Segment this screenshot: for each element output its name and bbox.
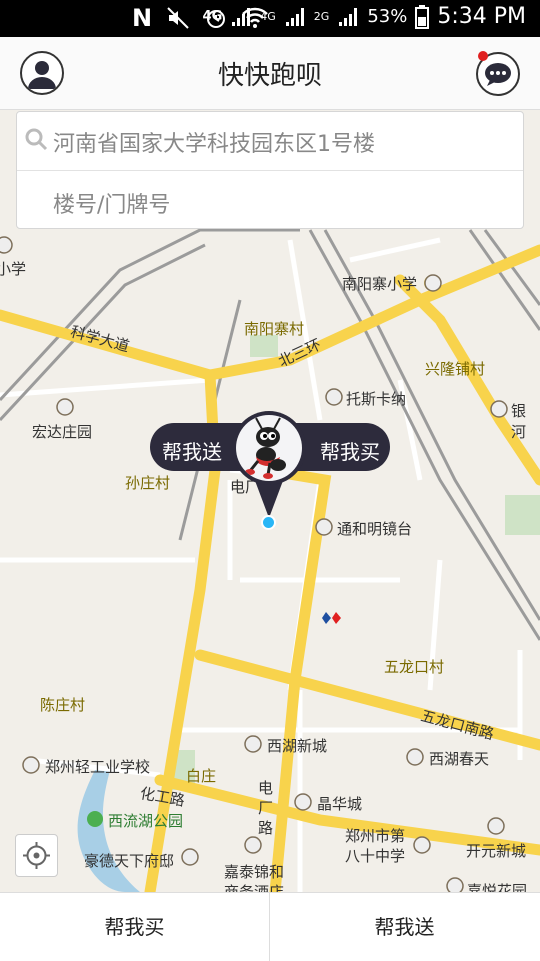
battery-percent: 53%: [367, 6, 408, 27]
map-label: 孙庄村: [125, 474, 171, 492]
map-label: 嘉悦花园: [467, 882, 528, 892]
crosshair-icon: [23, 842, 50, 869]
map-label: 五龙口村: [384, 658, 445, 676]
pin-buy-button[interactable]: 帮我买: [320, 436, 380, 465]
location-pin-dot: [261, 515, 276, 530]
network-2g-label: 2G: [313, 10, 330, 23]
page-title: 快快跑呗: [217, 61, 322, 91]
map-label: 西流湖公园: [108, 812, 184, 830]
map-label: 西湖春天: [429, 750, 490, 768]
signal-icon: [232, 7, 251, 26]
battery-icon: [415, 4, 430, 29]
status-bar: N 4G 4G 2G 53% 5:34 PM: [0, 0, 540, 37]
map-label: 南阳寨村: [244, 320, 305, 338]
map-label: 兴隆铺村: [425, 360, 486, 378]
mute-icon: [167, 7, 189, 29]
network-n-icon: N: [132, 4, 153, 32]
map-label: 通和明镜台: [337, 520, 413, 538]
map-label: 小学: [0, 260, 27, 278]
help-me-send-button[interactable]: 帮我送: [270, 893, 539, 961]
map-label: 郑州轻工业学校: [45, 758, 151, 776]
address-field[interactable]: 河南省国家大学科技园东区1号楼: [17, 112, 523, 171]
network-4g-small-label: 4G: [260, 10, 276, 23]
clock: 5:34 PM: [437, 4, 526, 29]
search-icon: [25, 128, 48, 151]
map-label: 托斯卡纳: [346, 390, 407, 408]
app-bar: 快快跑呗: [0, 37, 540, 110]
notification-dot: [478, 51, 488, 61]
map-label: 开元新城: [466, 842, 527, 860]
help-me-buy-button[interactable]: 帮我买: [0, 893, 269, 961]
address-search-box: 河南省国家大学科技园东区1号楼 楼号/门牌号: [16, 111, 524, 229]
bottom-bar: 帮我买 帮我送: [0, 892, 540, 961]
map-label: 嘉泰锦和商务酒店: [224, 863, 285, 892]
ant-mascot-icon: [232, 411, 306, 485]
signal-icon-3: [339, 7, 358, 26]
my-location-button[interactable]: [15, 834, 58, 877]
map-label: 银河: [511, 402, 527, 441]
map-label: 电厂路: [258, 779, 274, 837]
map-label: 南阳寨小学: [342, 275, 418, 293]
network-4g-label: 4G: [202, 9, 223, 24]
map-label: 宏达庄园: [32, 423, 93, 441]
map-label: 西湖新城: [267, 737, 328, 755]
address-text: 河南省国家大学科技园东区1号楼: [53, 132, 375, 157]
map-label: 晶华城: [317, 795, 363, 813]
floor-number-field[interactable]: 楼号/门牌号: [17, 171, 523, 229]
signal-icon-2: [285, 7, 304, 26]
map-label: 郑州市第八十中学: [345, 827, 406, 865]
pin-send-button[interactable]: 帮我送: [162, 436, 222, 465]
floor-number-placeholder: 楼号/门牌号: [53, 193, 171, 218]
map-label: 豪德天下府邸: [84, 852, 175, 870]
map-label: 白庄: [186, 767, 217, 785]
map-label: 陈庄村: [40, 696, 86, 714]
